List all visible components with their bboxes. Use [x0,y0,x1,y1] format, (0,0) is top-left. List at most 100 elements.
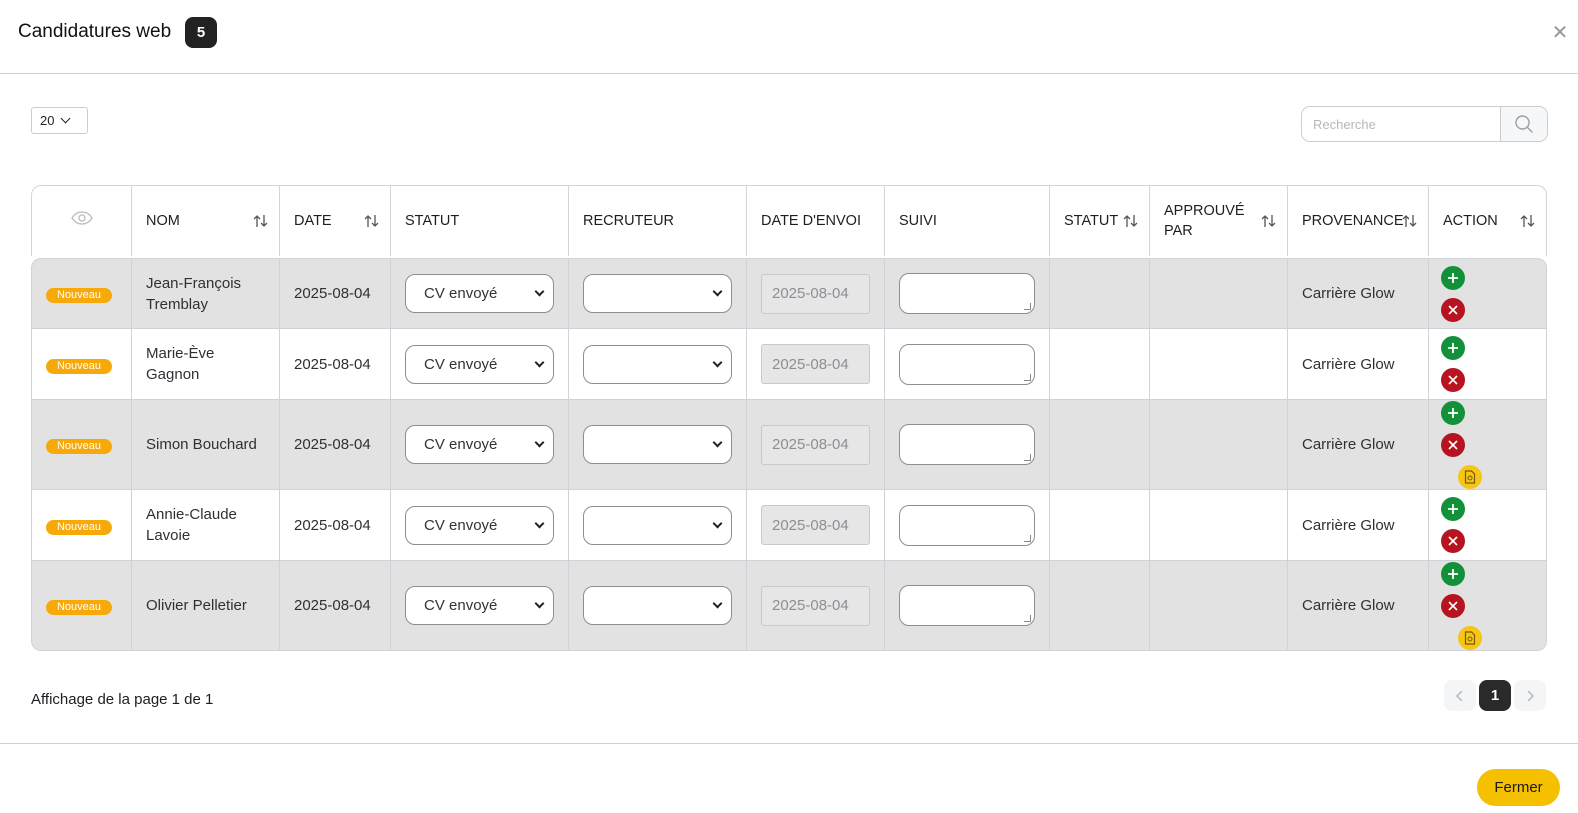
next-page-button[interactable] [1514,680,1546,711]
column-header-label: NOM [146,213,180,229]
column-header[interactable]: PROVENANCE [1288,185,1429,256]
x-icon [1448,304,1458,315]
delete-button[interactable] [1441,368,1465,392]
follow-up-textarea[interactable] [899,585,1035,626]
status-select[interactable]: CV envoyé [405,586,554,625]
add-button[interactable] [1441,265,1465,290]
delete-button[interactable] [1441,432,1465,457]
column-header-label: DATE D'ENVOI [761,213,861,229]
chevron-down-icon [712,437,723,448]
status-select[interactable]: CV envoyé [405,344,554,384]
sort-icon[interactable] [1519,214,1537,228]
document-button[interactable] [1458,625,1482,650]
delete-button[interactable] [1441,297,1465,322]
row-actions [1429,336,1499,392]
chevron-down-icon [534,598,545,609]
source-value: Carrière Glow [1302,355,1395,373]
table-row: Nouveau Olivier Pelletier 2025-08-04 CV env… [31,561,1547,651]
column-header-label: STATUT [405,213,460,229]
status-select-value: CV envoyé [424,436,498,453]
close-icon[interactable]: ✕ [1550,22,1570,44]
x-icon [1448,600,1458,611]
prev-page-button[interactable] [1444,680,1476,711]
source-value: Carrière Glow [1302,597,1395,614]
table-row: Nouveau Marie-Ève Gagnon 2025-08-04 CV envo… [31,329,1547,400]
candidate-name: Simon Bouchard [146,436,257,453]
status-select[interactable]: CV envoyé [405,505,554,545]
pagination: 1 [1444,680,1546,711]
page-length-select[interactable]: 20 [31,107,88,134]
row-actions [1429,561,1499,650]
search-button[interactable] [1500,107,1547,141]
document-icon [1464,630,1476,645]
search-icon [1515,115,1533,133]
column-header[interactable]: ACTION [1429,185,1547,256]
column-header-label: ACTION [1443,213,1498,229]
page-button-current[interactable]: 1 [1479,680,1511,711]
sort-icon[interactable] [363,214,381,228]
sort-icon[interactable] [252,214,270,228]
document-icon [1464,469,1476,484]
chevron-down-icon [712,598,723,609]
send-date-field: 2025-08-04 [761,505,870,545]
column-header-label: RECRUTEUR [583,213,675,229]
send-date-field: 2025-08-04 [761,424,870,465]
recruiter-select[interactable] [583,425,732,464]
follow-up-textarea[interactable] [899,504,1035,546]
column-header-label: PROVENANCE [1302,213,1404,229]
candidate-name: Jean-François Tremblay [146,274,242,313]
delete-button[interactable] [1441,529,1465,553]
recruiter-select[interactable] [583,344,732,384]
column-header[interactable]: NOM [132,185,280,256]
modal-footer: Fermer [0,743,1578,813]
plus-icon [1448,568,1458,579]
page-length-value: 20 [40,113,55,128]
send-date-value: 2025-08-04 [772,285,849,302]
add-button[interactable] [1441,561,1465,586]
x-icon [1448,536,1458,546]
row-actions [1429,497,1499,553]
sort-icon[interactable] [1401,214,1419,228]
status-select[interactable]: CV envoyé [405,274,554,313]
follow-up-textarea[interactable] [899,424,1035,465]
column-header-label: APPROUVÉ PAR [1164,203,1245,239]
application-date: 2025-08-04 [294,597,371,614]
follow-up-textarea[interactable] [899,343,1035,385]
row-actions [1429,400,1499,489]
follow-up-textarea[interactable] [899,273,1035,314]
status-select[interactable]: CV envoyé [405,425,554,464]
column-header: DATE D'ENVOI [747,185,885,256]
column-header[interactable]: DATE [280,185,391,256]
column-header[interactable]: STATUT [1050,185,1150,256]
column-header[interactable]: APPROUVÉ PAR [1150,185,1288,256]
recruiter-select[interactable] [583,505,732,545]
eye-icon [70,211,93,225]
count-badge: 5 [185,17,217,48]
status-badge: Nouveau [46,288,112,303]
add-button[interactable] [1441,336,1465,360]
sort-icon[interactable] [1122,214,1140,228]
sort-icon[interactable] [1260,214,1278,228]
add-button[interactable] [1441,497,1465,521]
recruiter-select[interactable] [583,586,732,625]
status-badge: Nouveau [46,600,112,615]
close-button[interactable]: Fermer [1477,769,1560,806]
application-date: 2025-08-04 [294,436,371,453]
candidates-table: NOM DATE STATUT RECRUTEUR DATE D'ENVOI SUIVI S… [31,185,1547,651]
plus-icon [1448,407,1458,418]
plus-icon [1448,272,1458,283]
status-badge: Nouveau [46,439,112,454]
add-button[interactable] [1441,400,1465,425]
send-date-value: 2025-08-04 [772,436,849,453]
status-select-value: CV envoyé [424,597,498,614]
search-input[interactable] [1302,107,1500,141]
document-button[interactable] [1458,464,1482,489]
delete-button[interactable] [1441,593,1465,618]
modal-title: Candidatures web [18,21,172,42]
pagination-info: Affichage de la page 1 de 1 [31,691,214,708]
recruiter-select[interactable] [583,274,732,313]
source-value: Carrière Glow [1302,285,1395,302]
chevron-down-icon [534,437,545,448]
source-value: Carrière Glow [1302,516,1395,534]
column-header-label: STATUT [1064,213,1119,229]
